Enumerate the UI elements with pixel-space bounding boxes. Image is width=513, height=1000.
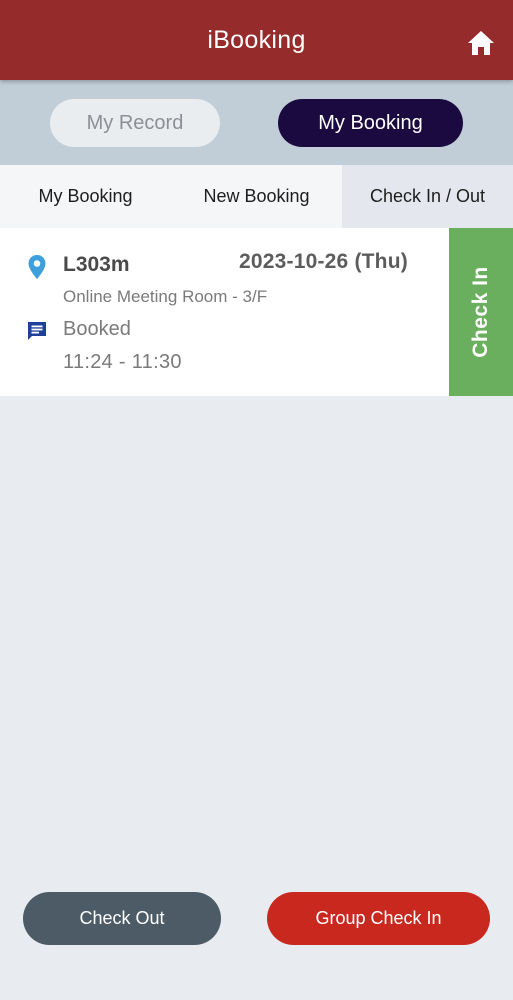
my-booking-button[interactable]: My Booking bbox=[278, 99, 463, 147]
tab-bar: My Booking New Booking Check In / Out bbox=[0, 165, 513, 228]
room-code: L303m bbox=[63, 253, 130, 276]
group-check-in-button[interactable]: Group Check In bbox=[267, 892, 490, 945]
tab-new-booking[interactable]: New Booking bbox=[171, 165, 342, 228]
home-button[interactable] bbox=[467, 29, 495, 57]
home-icon bbox=[468, 31, 494, 55]
tab-my-booking[interactable]: My Booking bbox=[0, 165, 171, 228]
location-pin-icon bbox=[28, 255, 46, 279]
message-icon bbox=[28, 322, 46, 340]
booking-date: 2023-10-26 (Thu) bbox=[239, 250, 408, 273]
segment-control: My Record My Booking bbox=[0, 80, 513, 165]
booking-status: Booked bbox=[63, 318, 131, 340]
app-header: iBooking bbox=[0, 0, 513, 80]
tab-check-in-out[interactable]: Check In / Out bbox=[342, 165, 513, 228]
room-name: Online Meeting Room - 3/F bbox=[63, 287, 268, 306]
app-screen: iBooking My Record My Booking My Booking… bbox=[0, 0, 513, 1000]
booking-time: 11:24 - 11:30 bbox=[63, 351, 182, 373]
my-record-button[interactable]: My Record bbox=[50, 99, 220, 147]
booking-card: L303m 2023-10-26 (Thu) Online Meeting Ro… bbox=[0, 228, 513, 396]
check-in-label: Check In bbox=[469, 266, 492, 358]
check-out-button[interactable]: Check Out bbox=[23, 892, 221, 945]
check-in-button[interactable]: Check In bbox=[449, 228, 513, 396]
app-title: iBooking bbox=[207, 25, 306, 54]
